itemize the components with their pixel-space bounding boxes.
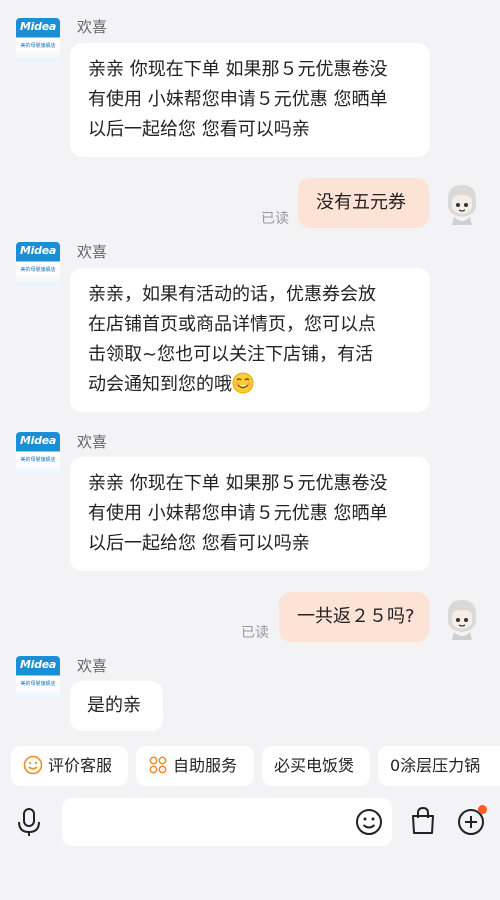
avatar-logo: Midea <box>20 434 56 447</box>
message-line: 亲亲 你现在下单 如果那５元优惠卷没 <box>88 59 388 80</box>
message-line-with-emoji: 动会通知到您的哦 <box>88 370 412 400</box>
incoming-message[interactable]: 亲亲，如果有活动的话，优惠券会放 在店铺首页或商品详情页，您可以点 击领取~您也… <box>70 268 430 412</box>
avatar-sub: 美的母婴旗舰店 <box>20 267 56 273</box>
message-line: 亲亲，如果有活动的话，优惠券会放 <box>88 284 376 305</box>
seller-name: 欢喜 <box>77 657 108 675</box>
message-line: 击领取~您也可以关注下店铺，有活 <box>88 344 374 365</box>
chip-label: 必买电饭煲 <box>274 756 355 775</box>
message-line: 亲亲 你现在下单 如果那５元优惠卷没 <box>88 473 388 494</box>
avatar-sub: 美的母婴旗舰店 <box>20 681 56 687</box>
quick-actions: 评价客服 自助服务 必买电饭煲 0涂层压力锅 <box>0 746 500 788</box>
user-avatar[interactable] <box>440 181 484 225</box>
quick-action-pressure-cooker[interactable]: 0涂层压力锅 <box>378 746 500 786</box>
notification-dot <box>478 805 487 814</box>
outgoing-message[interactable]: 没有五元券 <box>298 178 429 228</box>
grid-icon <box>149 756 167 774</box>
message-line: 以后一起给您 您看可以吗亲 <box>88 119 310 140</box>
incoming-message[interactable]: 亲亲 你现在下单 如果那５元优惠卷没 有使用 小妹帮您申请５元优惠 您晒单 以后… <box>70 43 430 157</box>
quick-action-rate-service[interactable]: 评价客服 <box>11 746 128 786</box>
seller-name: 欢喜 <box>77 433 108 451</box>
smiling-emoji-icon <box>232 372 254 394</box>
quick-action-rice-cooker[interactable]: 必买电饭煲 <box>262 746 370 786</box>
read-receipt: 已读 <box>241 625 269 641</box>
read-receipt: 已读 <box>261 211 289 227</box>
message-line: 动会通知到您的哦 <box>88 374 232 395</box>
quick-action-self-service[interactable]: 自助服务 <box>136 746 254 786</box>
seller-avatar[interactable]: Midea 美的母婴旗舰店 <box>16 432 60 476</box>
message-input[interactable] <box>62 798 392 846</box>
seller-avatar[interactable]: Midea 美的母婴旗舰店 <box>16 656 60 700</box>
avatar-logo: Midea <box>20 20 56 33</box>
shopping-bag-icon[interactable] <box>409 806 437 836</box>
seller-name: 欢喜 <box>77 18 108 36</box>
chip-label: 自助服务 <box>173 756 238 775</box>
message-line: 有使用 小妹帮您申请５元优惠 您晒单 <box>88 89 388 110</box>
outgoing-message[interactable]: 一共返２５吗? <box>279 592 429 642</box>
message-line: 以后一起给您 您看可以吗亲 <box>88 533 310 554</box>
message-line: 有使用 小妹帮您申请５元优惠 您晒单 <box>88 503 388 524</box>
seller-avatar[interactable]: Midea 美的母婴旗舰店 <box>16 18 60 62</box>
chip-label: 0涂层压力锅 <box>390 756 481 775</box>
incoming-message[interactable]: 亲亲 你现在下单 如果那５元优惠卷没 有使用 小妹帮您申请５元优惠 您晒单 以后… <box>70 457 430 571</box>
seller-avatar[interactable]: Midea 美的母婴旗舰店 <box>16 242 60 286</box>
emoji-icon[interactable] <box>355 808 383 836</box>
avatar-logo: Midea <box>20 244 56 257</box>
chat-thread[interactable]: Midea 美的母婴旗舰店 欢喜 亲亲 你现在下单 如果那５元优惠卷没 有使用 … <box>0 0 500 745</box>
microphone-icon[interactable] <box>14 806 44 838</box>
message-line: 是的亲 <box>87 695 141 716</box>
avatar-logo: Midea <box>20 658 56 671</box>
input-bar <box>0 792 500 900</box>
avatar-sub: 美的母婴旗舰店 <box>20 457 56 463</box>
avatar-sub: 美的母婴旗舰店 <box>20 43 56 49</box>
chip-label: 评价客服 <box>48 756 113 775</box>
smile-icon <box>23 755 43 775</box>
incoming-message[interactable]: 是的亲 <box>70 681 163 731</box>
user-avatar[interactable] <box>440 596 484 640</box>
message-line: 在店铺首页或商品详情页，您可以点 <box>88 314 376 335</box>
seller-name: 欢喜 <box>77 243 108 261</box>
